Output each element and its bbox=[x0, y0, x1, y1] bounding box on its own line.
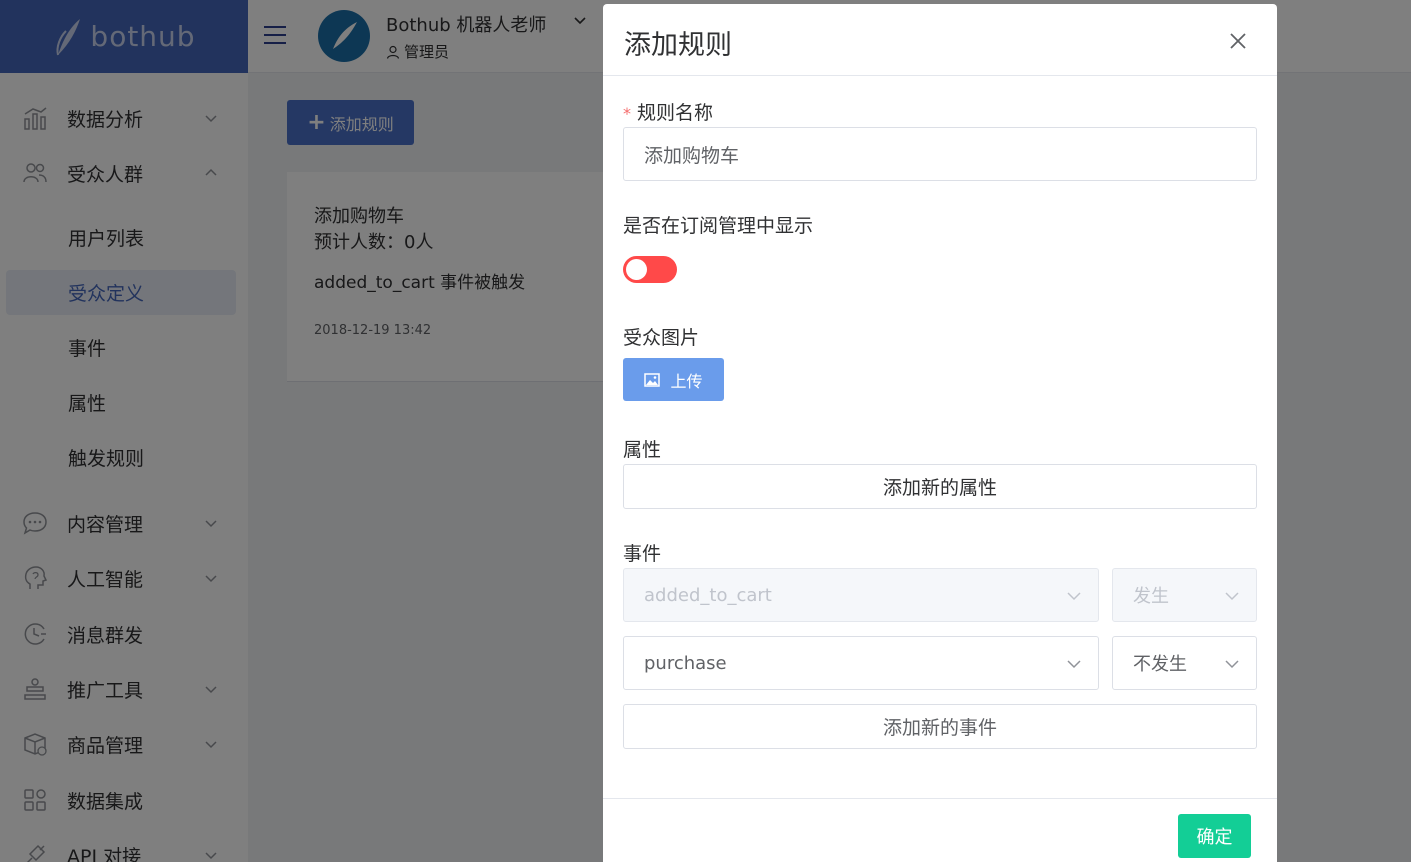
event-select-2[interactable]: purchase bbox=[623, 636, 1099, 690]
rule-name-input[interactable] bbox=[623, 127, 1257, 181]
close-icon[interactable] bbox=[1227, 30, 1249, 52]
dialog-title: 添加规则 bbox=[624, 30, 732, 61]
dialog-footer: 确定 bbox=[603, 798, 1277, 862]
upload-label: 上传 bbox=[670, 371, 703, 391]
add-attribute-button[interactable]: 添加新的属性 bbox=[623, 464, 1257, 509]
show-in-subscription-switch[interactable] bbox=[623, 256, 677, 283]
audience-image-label: 受众图片 bbox=[623, 327, 700, 349]
upload-button[interactable]: 上传 bbox=[623, 358, 724, 401]
chevron-down-icon bbox=[1067, 592, 1081, 601]
event-condition-value: 不发生 bbox=[1133, 654, 1187, 675]
required-asterisk: * bbox=[623, 104, 631, 123]
event-condition-select-1: 发生 bbox=[1112, 568, 1257, 622]
show-in-subscription-label: 是否在订阅管理中显示 bbox=[623, 215, 814, 237]
attributes-label: 属性 bbox=[623, 439, 662, 461]
chevron-down-icon bbox=[1067, 660, 1081, 669]
event-select-value: added_to_cart bbox=[644, 584, 772, 606]
rule-name-label: * 规则名称 bbox=[623, 98, 713, 125]
events-label: 事件 bbox=[623, 543, 662, 565]
image-icon bbox=[644, 372, 661, 387]
confirm-button[interactable]: 确定 bbox=[1178, 814, 1251, 858]
chevron-down-icon bbox=[1225, 660, 1239, 669]
event-select-1: added_to_cart bbox=[623, 568, 1099, 622]
rule-name-label-text: 规则名称 bbox=[637, 102, 714, 124]
chevron-down-icon bbox=[1225, 592, 1239, 601]
event-condition-value: 发生 bbox=[1133, 586, 1169, 607]
event-select-value: purchase bbox=[644, 652, 727, 674]
switch-knob bbox=[626, 259, 647, 280]
dialog-header: 添加规则 bbox=[603, 4, 1277, 76]
event-condition-select-2[interactable]: 不发生 bbox=[1112, 636, 1257, 690]
add-event-button[interactable]: 添加新的事件 bbox=[623, 704, 1257, 749]
add-rule-dialog: 添加规则 *规则名称 是否在订阅管理中显示 受众图片 上传 属性 添加新的属性 … bbox=[603, 4, 1277, 862]
